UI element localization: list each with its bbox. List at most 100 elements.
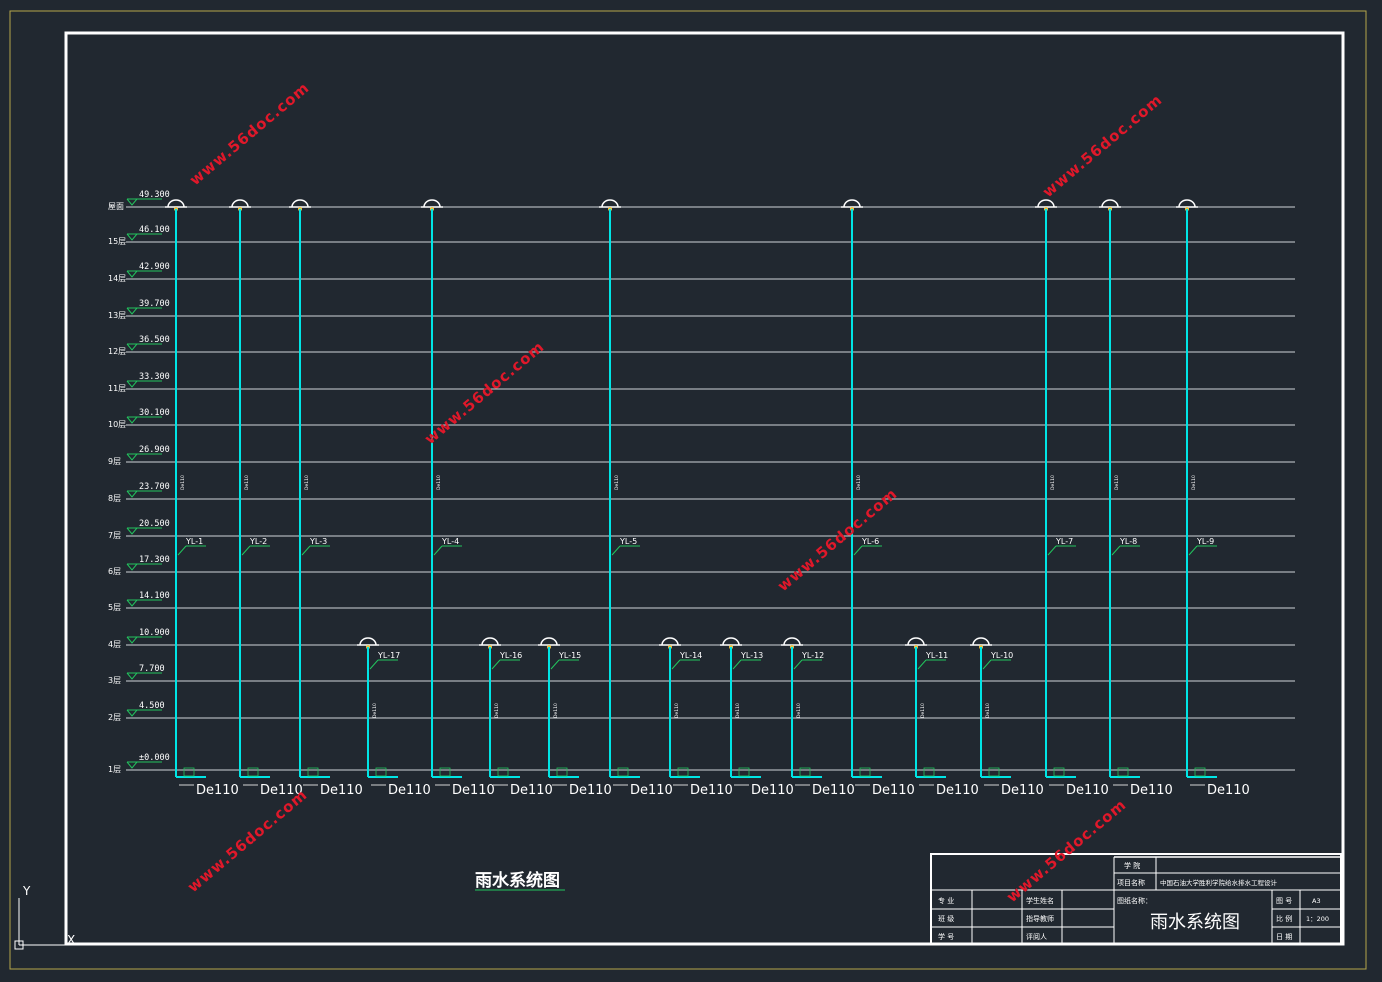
pipe-label: YL-4 <box>441 537 459 546</box>
label-leader <box>917 659 927 670</box>
pipe-size-label: De110 <box>920 703 926 718</box>
floor-label: 7层 <box>108 531 121 540</box>
cleanout-box <box>799 767 811 777</box>
elevation-marker <box>126 527 139 535</box>
label-leader <box>982 659 992 670</box>
cleanout-box <box>923 767 935 777</box>
roof-drain-icon <box>540 637 558 646</box>
ucs-x-label: X <box>67 933 75 947</box>
cleanout-box <box>183 767 195 777</box>
cleanout-box <box>1117 767 1129 777</box>
elevation-marker <box>126 270 139 278</box>
watermark-text: www.56doc.com <box>1003 795 1130 906</box>
tb-drawing-no: 图 号 <box>1276 897 1292 905</box>
tb-school: 学 院 <box>1124 861 1140 870</box>
bottom-pipe-label: De110 <box>690 783 733 798</box>
tb-drawing-name-label: 图纸名称： <box>1117 896 1152 905</box>
tb-project-name: 中国石油大学胜利学院给水排水工程设计 <box>1160 878 1278 887</box>
cleanout-box <box>859 767 871 777</box>
watermark-text: www.56doc.com <box>774 484 901 595</box>
pipe-size-label: De110 <box>1114 475 1120 490</box>
tb-major: 专 业 <box>938 896 954 905</box>
elevation-marker <box>126 307 139 315</box>
watermark-text: www.56doc.com <box>1039 90 1166 201</box>
elevation-label: 26.900 <box>139 445 170 455</box>
cleanout-box <box>988 767 1000 777</box>
pipe-size-label: De110 <box>244 475 250 490</box>
tb-student-no: 学 号 <box>938 932 954 941</box>
elevation-marker <box>126 636 139 644</box>
cleanout-box <box>677 767 689 777</box>
pipe-label: YL-14 <box>679 651 702 660</box>
elevation-label: 39.700 <box>139 299 170 309</box>
roof-drain-icon <box>359 637 377 646</box>
elevation-label: 36.500 <box>139 335 170 345</box>
pipe-size-label: De110 <box>494 703 500 718</box>
elevation-marker <box>126 453 139 461</box>
bottom-pipe-label: De110 <box>452 783 495 798</box>
floor-label: 2层 <box>108 713 121 722</box>
tb-date: 日 期 <box>1276 933 1292 941</box>
floor-label: 11层 <box>108 384 126 393</box>
pipe-label: YL-5 <box>619 537 637 546</box>
tb-reviewer: 评阅人 <box>1026 933 1047 941</box>
elevation-label: 4.500 <box>139 701 165 711</box>
bottom-pipe-label: De110 <box>388 783 431 798</box>
floor-label: 6层 <box>108 567 121 576</box>
floor-label: 3层 <box>108 676 121 685</box>
bottom-pipe-label: De110 <box>1130 783 1173 798</box>
elevation-label: 14.100 <box>139 591 170 601</box>
elevation-marker <box>126 490 139 498</box>
label-leader <box>1111 545 1121 556</box>
label-leader <box>732 659 742 670</box>
floor-label: 9层 <box>108 457 121 466</box>
elevation-label: 20.500 <box>139 519 170 529</box>
tb-drawing-name: 雨水系统图 <box>1150 912 1240 933</box>
label-leader <box>301 545 311 556</box>
label-leader <box>369 659 379 670</box>
floor-label: 5层 <box>108 603 121 612</box>
label-leader <box>1188 545 1198 556</box>
roof-drain-icon <box>231 199 249 208</box>
ucs-y-label: Y <box>22 884 31 898</box>
elevation-label: 10.900 <box>139 628 170 638</box>
elevation-marker <box>126 416 139 424</box>
cleanout-box <box>1053 767 1065 777</box>
roof-drain-icon <box>661 637 679 646</box>
watermark-text: www.56doc.com <box>421 337 548 448</box>
cleanout-box <box>617 767 629 777</box>
label-leader <box>611 545 621 556</box>
tb-project-label: 项目名称 <box>1117 878 1145 887</box>
elevation-label: 46.100 <box>139 225 170 235</box>
label-leader <box>793 659 803 670</box>
roof-drain-icon <box>1101 199 1119 208</box>
bottom-pipe-label: De110 <box>630 783 673 798</box>
pipe-label: YL-2 <box>249 537 267 546</box>
pipe-size-label: De110 <box>553 703 559 718</box>
label-leader <box>177 545 187 556</box>
elevation-label: ±0.000 <box>139 753 170 763</box>
bottom-pipe-label: De110 <box>751 783 794 798</box>
elevation-label: 42.900 <box>139 262 170 272</box>
pipe-size-label: De110 <box>796 703 802 718</box>
cleanout-box <box>497 767 509 777</box>
elevation-label: 33.300 <box>139 372 170 382</box>
bottom-pipe-label: De110 <box>1207 783 1250 798</box>
elevation-label: 7.700 <box>139 664 165 674</box>
bottom-pipe-label: De110 <box>812 783 855 798</box>
cleanout-box <box>439 767 451 777</box>
pipe-label: YL-1 <box>185 537 203 546</box>
roof-drain-icon <box>1037 199 1055 208</box>
bottom-pipe-label: De110 <box>936 783 979 798</box>
roof-drain-icon <box>907 637 925 646</box>
bottom-pipe-label: De110 <box>320 783 363 798</box>
pipe-size-label: De110 <box>304 475 310 490</box>
roof-drain-icon <box>1178 199 1196 208</box>
roof-drain-icon <box>291 199 309 208</box>
cad-drawing-canvas[interactable]: 屋面 49.300 15层 46.100 14层 42.900 13层 39.700 12层 36… <box>0 0 1382 982</box>
tb-student-name: 学生姓名 <box>1026 896 1054 905</box>
cleanout-box <box>1194 767 1206 777</box>
label-leader <box>241 545 251 556</box>
floor-label: 10层 <box>108 420 126 429</box>
pipe-size-label: De110 <box>372 703 378 718</box>
